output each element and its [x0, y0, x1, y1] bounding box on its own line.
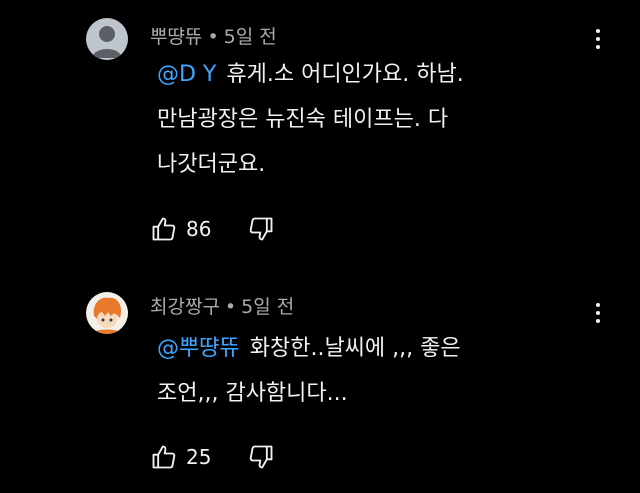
mention-link[interactable]: @뿌땽뜌: [157, 336, 240, 361]
comment-line: 조언,,, 감사함니다...: [157, 381, 348, 406]
comment-time[interactable]: 5일 전: [224, 26, 277, 48]
more-options-button[interactable]: [586, 24, 610, 54]
avatar[interactable]: [86, 292, 128, 334]
like-button[interactable]: [150, 443, 178, 471]
comment-line: 만남광장은 뉴진숙 테이프는. 다: [157, 107, 449, 132]
comment-author[interactable]: 최강짱구: [150, 296, 220, 318]
comment-text: @D Y 휴게.소 어디인가요. 하남. 만남광장은 뉴진숙 테이프는. 다 나갓…: [157, 52, 557, 187]
comment-meta: 뿌땽뜌 • 5일 전: [150, 22, 277, 49]
mention-link[interactable]: @D Y: [157, 62, 216, 87]
comment-time[interactable]: 5일 전: [241, 296, 294, 318]
thumbs-up-icon: [152, 445, 176, 469]
dislike-button[interactable]: [247, 443, 275, 471]
menu-dot: [596, 319, 600, 323]
like-count: 86: [186, 217, 212, 241]
menu-dot: [596, 29, 600, 33]
thumbs-down-icon: [250, 217, 273, 241]
comment-line: @뿌땽뜌 화창한..날씨에 ,,, 좋은: [157, 336, 461, 361]
menu-dot: [596, 311, 600, 315]
meta-separator: •: [207, 26, 219, 48]
comment-meta: 최강짱구 • 5일 전: [150, 292, 294, 319]
thumbs-up-icon: [152, 217, 176, 241]
comment-line: @D Y 휴게.소 어디인가요. 하남.: [157, 62, 464, 87]
comment-text: @뿌땽뜌 화창한..날씨에 ,,, 좋은 조언,,, 감사함니다...: [157, 326, 557, 416]
comment-author[interactable]: 뿌땽뜌: [150, 26, 202, 48]
avatar[interactable]: [86, 18, 128, 60]
comment-actions: 86: [150, 214, 275, 244]
more-options-button[interactable]: [586, 298, 610, 328]
menu-dot: [596, 45, 600, 49]
character-avatar-icon: [86, 292, 128, 334]
menu-dot: [596, 303, 600, 307]
meta-separator: •: [224, 296, 237, 318]
like-count: 25: [186, 445, 212, 469]
dislike-button[interactable]: [247, 215, 275, 243]
like-button[interactable]: [150, 215, 178, 243]
default-person-avatar-icon: [86, 18, 128, 60]
menu-dot: [596, 37, 600, 41]
comment-line: 나갓더군요.: [157, 152, 266, 177]
comment-actions: 25: [150, 442, 275, 472]
thumbs-down-icon: [250, 445, 273, 469]
